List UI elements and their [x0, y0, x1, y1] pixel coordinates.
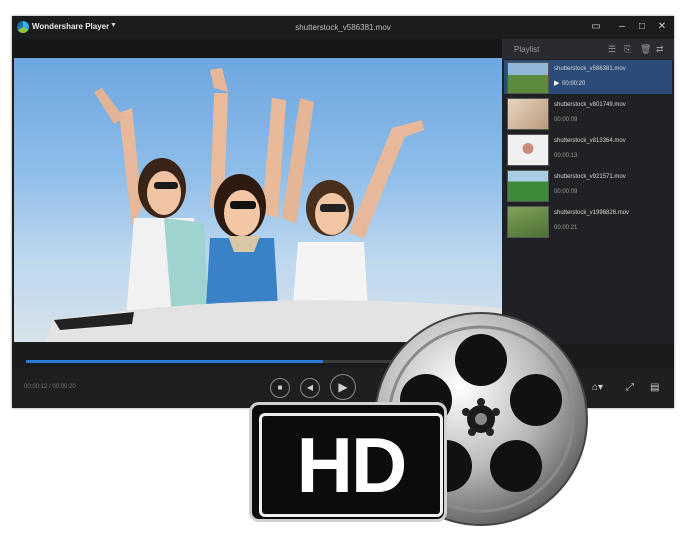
time-readout: 00:00:12 / 00:00:20 [24, 384, 76, 390]
now-playing-icon: ▶ [554, 80, 560, 87]
playlist-header: Playlist ☰ ⎘ 🗑 ⇄ [502, 39, 674, 59]
previous-button[interactable]: ◀ [300, 378, 320, 398]
video-frame-picture [44, 68, 502, 342]
video-thumbnail [507, 98, 549, 130]
playlist-item-name: shutterstock_v921571.mov [554, 174, 626, 180]
title-bar: Wondershare Player ▼ shutterstock_v58638… [12, 16, 674, 39]
add-file-icon[interactable]: ⎘ [624, 44, 631, 55]
playlist-title: Playlist [514, 45, 540, 54]
minimize-button[interactable]: – [614, 19, 630, 35]
playlist-item-duration: 00:00:13 [554, 153, 578, 159]
playlist-item[interactable]: shutterstock_v813364.mov 00:00:13 [504, 132, 672, 166]
playlist-item-duration: 00:00:09 [554, 117, 578, 123]
play-button[interactable]: ▶ [330, 374, 356, 400]
playlist-item-name: shutterstock_v586381.mov [554, 66, 626, 72]
playlist-item[interactable]: shutterstock_v921571.mov 00:00:09 [504, 168, 672, 202]
maximize-button[interactable]: □ [634, 19, 650, 35]
playlist-mode-icon[interactable]: ⇄ [656, 44, 664, 55]
playlist-item[interactable]: shutterstock_v586381.mov ▶ 00:00:20 [504, 60, 672, 94]
screenshot-icon[interactable]: ⌂▾ [592, 382, 603, 393]
playlist-item[interactable]: shutterstock_v1996826.mov 00:00:21 [504, 204, 672, 238]
feedback-icon[interactable]: ▭ [588, 19, 604, 35]
seek-bar-fill [26, 360, 324, 363]
video-top-strip [12, 39, 502, 58]
playlist-item-name: shutterstock_v801749.mov [554, 102, 626, 108]
hd-badge-text: HD [296, 421, 408, 509]
playlist-toggle-icon[interactable]: ▤ [650, 382, 659, 393]
playlist-item-duration: 00:00:20 [562, 81, 586, 87]
playlist-item-duration: 00:00:09 [554, 189, 578, 195]
playlist-item-name: shutterstock_v1996826.mov [554, 210, 630, 216]
playlist-item-name: shutterstock_v813364.mov [554, 138, 626, 144]
fullscreen-icon[interactable]: ⤢ [626, 382, 634, 393]
list-view-icon[interactable]: ☰ [608, 44, 616, 55]
close-button[interactable]: ✕ [654, 19, 670, 35]
stop-button[interactable]: ■ [270, 378, 290, 398]
video-thumbnail [507, 206, 549, 238]
hd-badge-frame: HD [259, 413, 443, 517]
video-thumbnail [507, 134, 549, 166]
playlist-item[interactable]: shutterstock_v801749.mov 00:00:09 [504, 96, 672, 130]
video-thumbnail [507, 170, 549, 202]
video-thumbnail [507, 62, 549, 94]
playlist-item-duration: 00:00:21 [554, 225, 578, 231]
window-title: shutterstock_v586381.mov [295, 23, 391, 32]
hd-badge: HD [249, 402, 447, 522]
delete-icon[interactable]: 🗑 [640, 44, 651, 55]
video-display[interactable] [14, 58, 502, 342]
